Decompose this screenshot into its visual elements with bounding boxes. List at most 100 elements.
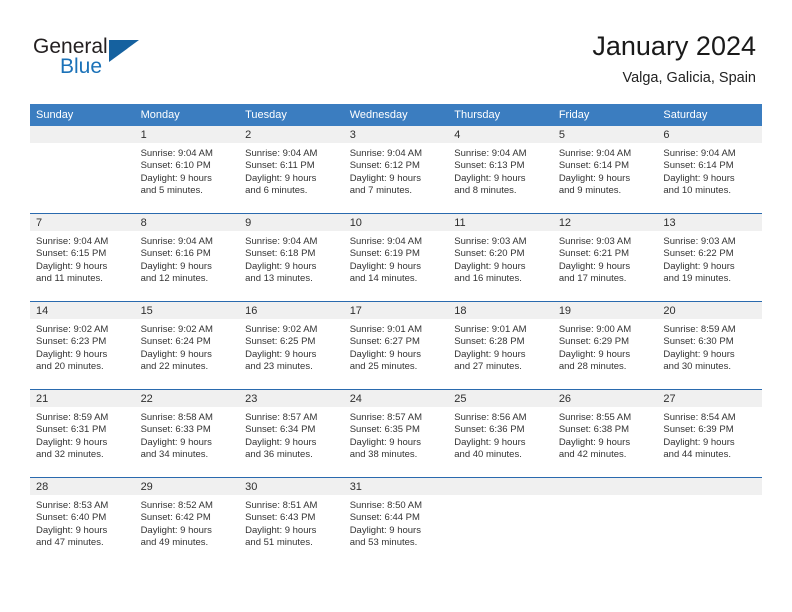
daylight-text-line2: and 6 minutes. [245,185,308,197]
day-cell[interactable]: 12 Sunrise: 9:03 AM Sunset: 6:21 PM Dayligh… [552,213,658,302]
day-cell[interactable]: 6 Sunrise: 9:04 AM Sunset: 6:14 PM Daylight… [657,126,762,214]
daylight-text-line1: Daylight: 9 hours [245,524,317,536]
sunset-text: Sunset: 6:38 PM [558,424,630,436]
page-title: January 2024 [592,31,756,61]
brand-logo[interactable]: General Blue [33,36,173,86]
day-cell[interactable]: 18 Sunrise: 9:01 AM Sunset: 6:28 PM Dayligh… [448,301,553,390]
day-cell[interactable]: 10 Sunrise: 9:04 AM Sunset: 6:19 PM Dayligh… [343,213,449,302]
daylight-text-line1: Daylight: 9 hours [349,436,421,448]
day-number: 17 [343,302,449,319]
daylight-text-line1: Daylight: 9 hours [245,436,317,448]
day-number [657,478,762,495]
day-cell[interactable]: 7 Sunrise: 9:04 AM Sunset: 6:15 PM Daylight… [30,213,135,302]
day-cell[interactable]: 14 Sunrise: 9:02 AM Sunset: 6:23 PM Dayligh… [30,301,135,390]
day-cell[interactable]: 22 Sunrise: 8:58 AM Sunset: 6:33 PM Dayligh… [134,389,240,478]
day-cell[interactable]: 21 Sunrise: 8:59 AM Sunset: 6:31 PM Dayligh… [30,389,135,478]
day-cell[interactable]: 31 Sunrise: 8:50 AM Sunset: 6:44 PM Dayligh… [343,477,449,565]
daylight-text-line1: Daylight: 9 hours [663,436,735,448]
sunset-text: Sunset: 6:27 PM [349,336,420,348]
sunset-text: Sunset: 6:14 PM [558,160,630,172]
day-number: 1 [134,126,240,143]
day-cell[interactable]: 17 Sunrise: 9:01 AM Sunset: 6:27 PM Dayligh… [343,301,449,390]
sunrise-text: Sunrise: 8:58 AM [140,412,213,423]
sunrise-text: Sunrise: 8:57 AM [349,412,423,423]
week-row: 28 Sunrise: 8:53 AM Sunset: 6:40 PM Dayligh… [30,477,762,565]
daylight-text-line1: Daylight: 9 hours [454,172,526,184]
day-details: Sunrise: 8:54 AM Sunset: 6:39 PM Daylight:… [657,407,762,462]
daylight-text-line2: and 27 minutes. [454,361,522,373]
daylight-text-line2: and 5 minutes. [140,185,203,197]
day-number [448,478,553,495]
page-subtitle: Valga, Galicia, Spain [622,70,756,86]
day-details: Sunrise: 9:02 AM Sunset: 6:23 PM Daylight:… [30,319,135,374]
day-cell[interactable] [552,477,658,565]
daylight-text-line1: Daylight: 9 hours [663,172,735,184]
sunset-text: Sunset: 6:19 PM [349,248,420,260]
sunset-text: Sunset: 6:34 PM [245,424,316,436]
day-number [552,478,658,495]
day-cell[interactable]: 27 Sunrise: 8:54 AM Sunset: 6:39 PM Dayligh… [657,389,762,478]
day-cell[interactable] [30,126,135,214]
triangle-logo-icon [109,40,139,62]
day-cell[interactable]: 19 Sunrise: 9:00 AM Sunset: 6:29 PM Dayligh… [552,301,658,390]
sunrise-text: Sunrise: 9:03 AM [558,236,632,247]
title-block: January 2024 Valga, Galicia, Spain [592,30,756,88]
day-details: Sunrise: 8:58 AM Sunset: 6:33 PM Daylight:… [135,407,240,462]
calendar-grid: Sunday Monday Tuesday Wednesday Thursday… [30,104,762,565]
day-cell[interactable]: 30 Sunrise: 8:51 AM Sunset: 6:43 PM Dayligh… [239,477,344,565]
sunset-text: Sunset: 6:18 PM [245,248,316,260]
daylight-text-line1: Daylight: 9 hours [140,436,212,448]
day-cell[interactable]: 24 Sunrise: 8:57 AM Sunset: 6:35 PM Dayligh… [343,389,449,478]
daylight-text-line1: Daylight: 9 hours [558,348,631,360]
week-row: 21 Sunrise: 8:59 AM Sunset: 6:31 PM Dayligh… [30,389,762,478]
sunrise-text: Sunrise: 9:02 AM [245,324,318,335]
sunset-text: Sunset: 6:10 PM [140,160,211,172]
day-cell[interactable]: 16 Sunrise: 9:02 AM Sunset: 6:25 PM Dayligh… [239,301,344,390]
day-details: Sunrise: 8:59 AM Sunset: 6:31 PM Daylight:… [30,407,135,462]
sunrise-text: Sunrise: 8:52 AM [140,500,213,511]
day-cell[interactable]: 5 Sunrise: 9:04 AM Sunset: 6:14 PM Daylight… [552,126,658,214]
day-cell[interactable] [448,477,553,565]
daylight-text-line1: Daylight: 9 hours [36,436,108,448]
sunset-text: Sunset: 6:35 PM [349,424,420,436]
day-number: 7 [30,214,135,231]
day-cell[interactable]: 2 Sunrise: 9:04 AM Sunset: 6:11 PM Daylight… [239,126,344,214]
sunset-text: Sunset: 6:22 PM [663,248,734,260]
sunset-text: Sunset: 6:25 PM [245,336,316,348]
sunset-text: Sunset: 6:20 PM [454,248,525,260]
day-cell[interactable]: 25 Sunrise: 8:56 AM Sunset: 6:36 PM Dayligh… [448,389,553,478]
weekday-header-wednesday: Wednesday [343,104,449,126]
day-cell[interactable]: 29 Sunrise: 8:52 AM Sunset: 6:42 PM Dayligh… [134,477,240,565]
day-number [30,126,135,143]
day-cell[interactable]: 26 Sunrise: 8:55 AM Sunset: 6:38 PM Dayligh… [552,389,658,478]
daylight-text-line2: and 14 minutes. [349,273,418,285]
sunrise-text: Sunrise: 8:54 AM [663,412,736,423]
day-cell[interactable]: 15 Sunrise: 9:02 AM Sunset: 6:24 PM Dayligh… [134,301,240,390]
day-cell[interactable]: 11 Sunrise: 9:03 AM Sunset: 6:20 PM Dayligh… [448,213,553,302]
sunset-text: Sunset: 6:13 PM [454,160,525,172]
day-details: Sunrise: 8:55 AM Sunset: 6:38 PM Daylight:… [553,407,658,462]
day-cell[interactable]: 8 Sunrise: 9:04 AM Sunset: 6:16 PM Daylight… [134,213,240,302]
sunset-text: Sunset: 6:15 PM [36,248,107,260]
sunrise-text: Sunrise: 9:03 AM [454,236,527,247]
sunrise-text: Sunrise: 8:50 AM [349,500,423,511]
page-header: General Blue January 2024 Valga, Galicia… [0,0,792,100]
daylight-text-line2: and 42 minutes. [558,449,627,461]
day-cell[interactable]: 1 Sunrise: 9:04 AM Sunset: 6:10 PM Daylight… [134,126,240,214]
day-cell[interactable]: 20 Sunrise: 8:59 AM Sunset: 6:30 PM Dayligh… [657,301,762,390]
daylight-text-line2: and 44 minutes. [663,449,731,461]
sunset-text: Sunset: 6:39 PM [663,424,734,436]
day-cell[interactable] [657,477,762,565]
day-cell[interactable]: 4 Sunrise: 9:04 AM Sunset: 6:13 PM Daylight… [448,126,553,214]
day-cell[interactable]: 3 Sunrise: 9:04 AM Sunset: 6:12 PM Daylight… [343,126,449,214]
day-number: 12 [552,214,658,231]
day-cell[interactable]: 9 Sunrise: 9:04 AM Sunset: 6:18 PM Daylight… [239,213,344,302]
day-number: 24 [343,390,449,407]
day-cell[interactable]: 13 Sunrise: 9:03 AM Sunset: 6:22 PM Dayligh… [657,213,762,302]
day-cell[interactable]: 28 Sunrise: 8:53 AM Sunset: 6:40 PM Dayligh… [30,477,135,565]
day-details: Sunrise: 9:00 AM Sunset: 6:29 PM Daylight:… [553,319,658,374]
day-details: Sunrise: 9:04 AM Sunset: 6:16 PM Daylight:… [135,231,240,286]
day-cell[interactable]: 23 Sunrise: 8:57 AM Sunset: 6:34 PM Dayligh… [239,389,344,478]
day-details: Sunrise: 8:59 AM Sunset: 6:30 PM Daylight:… [657,319,762,374]
day-details: Sunrise: 9:04 AM Sunset: 6:11 PM Daylight:… [239,143,344,198]
